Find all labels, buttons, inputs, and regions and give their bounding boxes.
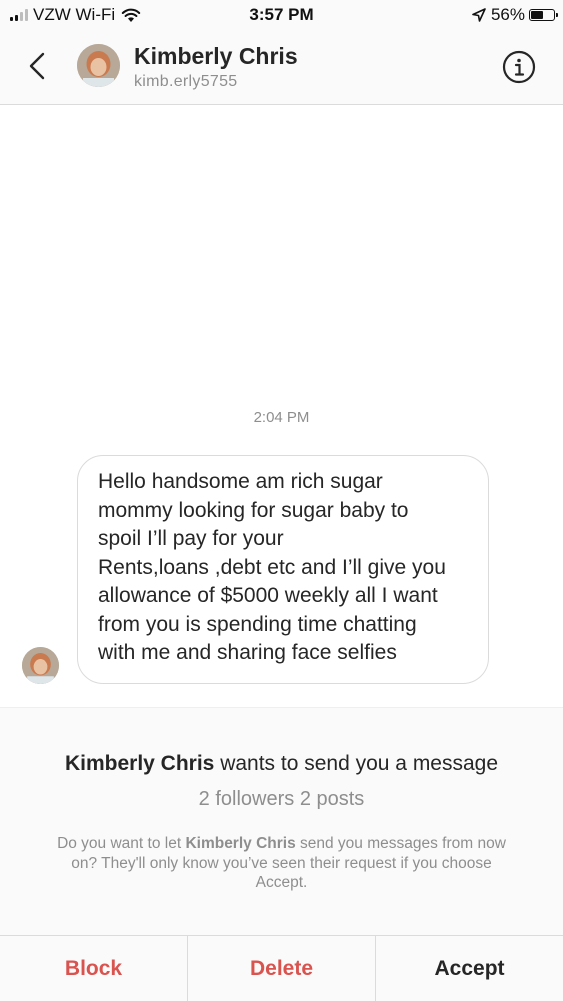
block-button[interactable]: Block <box>0 936 187 1001</box>
contact-handle: kimb.erly5755 <box>134 73 238 90</box>
location-arrow-icon <box>472 8 486 22</box>
message-line: from you is spending time chatting <box>98 612 417 636</box>
sender-avatar[interactable] <box>22 647 59 684</box>
contact-name[interactable]: Kimberly Chris <box>134 43 298 70</box>
message-bubble[interactable]: Hello handsome am rich sugar mommy looki… <box>77 455 489 684</box>
request-stats: 2 followers 2 posts <box>198 788 365 810</box>
contact-avatar[interactable] <box>77 44 120 87</box>
request-description: Do you want to let Kimberly Chris send y… <box>50 834 513 893</box>
request-desc-name: Kimberly Chris <box>185 835 296 852</box>
request-actions: Block Delete Accept <box>0 935 563 1001</box>
battery-icon <box>529 9 558 21</box>
message-line: allowance of $5000 weekly all I want <box>98 584 438 607</box>
status-right: 56% <box>472 5 558 25</box>
battery-percent: 56% <box>490 5 525 24</box>
request-title-suffix: wants to send you a message <box>214 752 499 775</box>
message-line: Rents,loans ,debt etc and I’ll give you <box>98 555 446 579</box>
message-line: Hello handsome am rich sugar <box>98 470 383 493</box>
battery-fill <box>531 11 544 19</box>
message-timestamp: 2:04 PM <box>253 409 310 426</box>
message-line: mommy looking for sugar baby to <box>98 498 409 522</box>
back-button[interactable] <box>24 50 52 82</box>
status-bar: VZW Wi-Fi 3:57 PM 56% <box>0 0 563 30</box>
request-sender-name[interactable]: Kimberly Chris <box>65 752 214 775</box>
avatar-photo <box>77 44 120 87</box>
message-line: with me and sharing face selfies <box>98 641 397 664</box>
info-icon[interactable] <box>502 50 536 84</box>
thread-header: Kimberly Chris kimb.erly5755 <box>0 30 563 105</box>
delete-button[interactable]: Delete <box>187 936 375 1001</box>
avatar-photo <box>22 647 59 684</box>
message-line: spoil I’ll pay for your <box>98 527 284 550</box>
request-title: Kimberly Chris wants to send you a messa… <box>0 752 563 776</box>
accept-button[interactable]: Accept <box>375 936 563 1001</box>
request-desc-prefix: Do you want to let <box>57 835 186 852</box>
